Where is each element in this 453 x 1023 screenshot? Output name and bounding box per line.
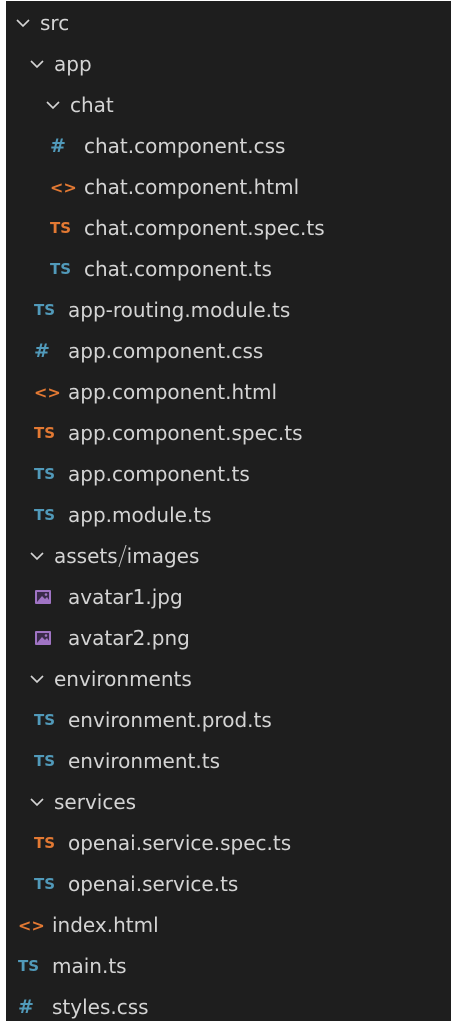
folder-app[interactable]: app — [6, 44, 451, 84]
html-file-icon: <> — [50, 177, 77, 197]
file-label: chat.component.html — [84, 175, 300, 199]
css-file-icon: # — [34, 340, 50, 362]
folder-sublabel: images — [126, 544, 200, 568]
chevron-down-icon — [12, 3, 34, 43]
file-main-ts[interactable]: TS main.ts — [6, 946, 451, 986]
image-icon — [34, 630, 66, 646]
file-chat-component-ts[interactable]: TS chat.component.ts — [6, 249, 451, 289]
file-app-routing-module-ts[interactable]: TS app-routing.module.ts — [6, 290, 451, 330]
file-label: environment.ts — [68, 749, 220, 773]
ts-file-icon: TS — [34, 506, 56, 524]
file-styles-css[interactable]: # styles.css — [6, 987, 451, 1021]
ts-spec-file-icon: TS — [34, 424, 56, 442]
file-label: app.component.css — [68, 339, 264, 363]
file-label: app-routing.module.ts — [68, 298, 291, 322]
ts-spec-file-icon: TS — [50, 219, 72, 237]
file-label: styles.css — [52, 995, 149, 1019]
folder-label: src — [40, 11, 70, 35]
folder-label: services — [54, 790, 137, 814]
file-chat-component-html[interactable]: <> chat.component.html — [6, 167, 451, 207]
file-label: app.component.spec.ts — [68, 421, 303, 445]
file-label: chat.component.css — [84, 134, 286, 158]
css-file-icon: # — [18, 996, 34, 1018]
ts-file-icon: TS — [18, 957, 40, 975]
file-app-component-css[interactable]: # app.component.css — [6, 331, 451, 371]
file-avatar1-jpg[interactable]: avatar1.jpg — [6, 577, 451, 617]
chevron-down-icon — [26, 782, 48, 822]
file-app-component-spec-ts[interactable]: TS app.component.spec.ts — [6, 413, 451, 453]
folder-label: chat — [70, 93, 114, 117]
file-app-component-html[interactable]: <> app.component.html — [6, 372, 451, 412]
ts-file-icon: TS — [34, 465, 56, 483]
ts-file-icon: TS — [34, 875, 56, 893]
image-icon — [34, 589, 66, 605]
file-label: openai.service.spec.ts — [68, 831, 292, 855]
folder-label: environments — [54, 667, 192, 691]
file-label: avatar1.jpg — [68, 585, 183, 609]
chevron-down-icon — [26, 44, 48, 84]
file-avatar2-png[interactable]: avatar2.png — [6, 618, 451, 658]
chevron-down-icon — [26, 659, 48, 699]
file-index-html[interactable]: <> index.html — [6, 905, 451, 945]
file-label: environment.prod.ts — [68, 708, 272, 732]
file-label: index.html — [52, 913, 159, 937]
file-label: chat.component.ts — [84, 257, 272, 281]
chevron-down-icon — [26, 536, 48, 576]
file-explorer: src app chat # chat.component.css <> cha… — [6, 1, 451, 1021]
html-file-icon: <> — [18, 915, 45, 935]
folder-chat[interactable]: chat — [6, 85, 451, 125]
file-label: app.component.ts — [68, 462, 250, 486]
folder-environments[interactable]: environments — [6, 659, 451, 699]
file-chat-component-spec-ts[interactable]: TS chat.component.spec.ts — [6, 208, 451, 248]
file-openai-service-ts[interactable]: TS openai.service.ts — [6, 864, 451, 904]
ts-file-icon: TS — [50, 260, 72, 278]
file-app-component-ts[interactable]: TS app.component.ts — [6, 454, 451, 494]
path-separator — [118, 545, 127, 567]
ts-file-icon: TS — [34, 711, 56, 729]
file-label: app.module.ts — [68, 503, 212, 527]
folder-label: assets — [54, 544, 118, 568]
file-app-module-ts[interactable]: TS app.module.ts — [6, 495, 451, 535]
file-label: main.ts — [52, 954, 127, 978]
file-label: chat.component.spec.ts — [84, 216, 325, 240]
file-environment-prod-ts[interactable]: TS environment.prod.ts — [6, 700, 451, 740]
folder-src[interactable]: src — [6, 3, 451, 43]
ts-spec-file-icon: TS — [34, 834, 56, 852]
file-environment-ts[interactable]: TS environment.ts — [6, 741, 451, 781]
file-chat-component-css[interactable]: # chat.component.css — [6, 126, 451, 166]
file-openai-service-spec-ts[interactable]: TS openai.service.spec.ts — [6, 823, 451, 863]
file-label: openai.service.ts — [68, 872, 239, 896]
folder-assets-images[interactable]: assets images — [6, 536, 451, 576]
folder-label: app — [54, 52, 92, 76]
ts-file-icon: TS — [34, 301, 56, 319]
ts-file-icon: TS — [34, 752, 56, 770]
css-file-icon: # — [50, 135, 66, 157]
html-file-icon: <> — [34, 382, 61, 402]
folder-services[interactable]: services — [6, 782, 451, 822]
file-label: avatar2.png — [68, 626, 190, 650]
chevron-down-icon — [42, 85, 64, 125]
file-label: app.component.html — [68, 380, 278, 404]
